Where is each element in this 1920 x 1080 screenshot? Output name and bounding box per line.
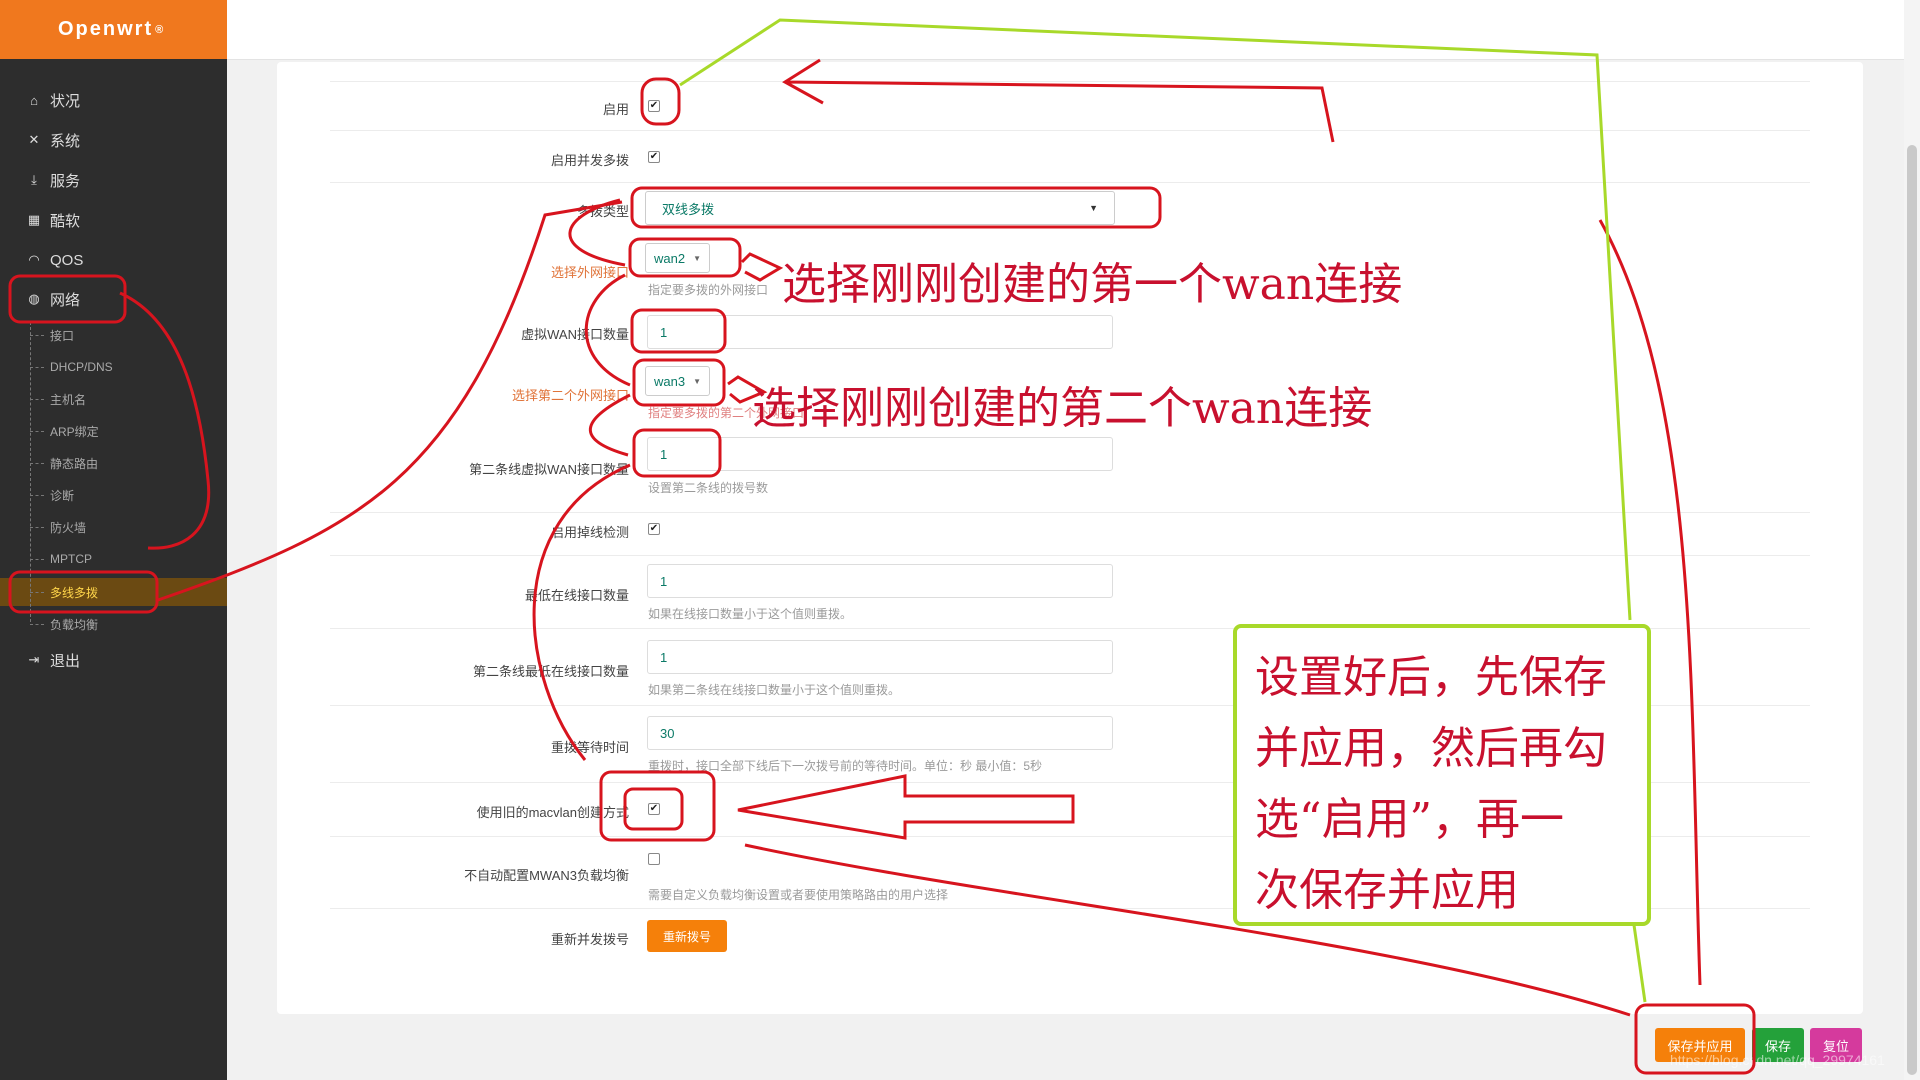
arrow-multiwan-to-form xyxy=(157,200,623,602)
annotation-first-wan: 选择刚刚创建的第一个wan连接 xyxy=(782,259,1403,310)
arrow-macvlan-big xyxy=(737,774,1075,840)
green-line-enable-to-note xyxy=(679,18,1632,621)
annotation-second-wan: 选择刚刚创建的第二个wan连接 xyxy=(752,383,1373,434)
note-line: 次保存并应用 xyxy=(1255,865,1519,916)
highlight-wan-select xyxy=(628,237,742,278)
highlight-vwan-count xyxy=(630,308,727,354)
highlight-network-menu xyxy=(8,274,127,324)
highlight-old-macvlan-inner xyxy=(623,787,684,831)
highlight-enable xyxy=(640,77,681,126)
note-line: 设置好后，先保存 xyxy=(1255,652,1607,703)
note-line: 选“启用”，再一 xyxy=(1255,794,1564,845)
highlight-multi-type xyxy=(630,186,1162,229)
arrow-form-left-chain-4 xyxy=(532,463,631,761)
arrow-first-wan xyxy=(740,252,784,282)
instruction-note: 设置好后，先保存 并应用，然后再勾 选“启用”，再一 次保存并应用 xyxy=(1233,624,1651,926)
arrow-enable-return xyxy=(782,58,1335,143)
arrow-network-to-multiwan xyxy=(119,291,211,550)
highlight-save-apply xyxy=(1634,1003,1756,1075)
highlight-wan2-select xyxy=(632,358,726,407)
arrow-form-left-chain-3 xyxy=(588,393,631,457)
highlight-multiwan-menu xyxy=(8,570,159,614)
arrow-form-left-chain-2 xyxy=(584,273,631,387)
note-line: 并应用，然后再勾 xyxy=(1255,723,1607,774)
highlight-vwan2-count xyxy=(632,428,722,478)
green-line-note-to-apply xyxy=(1632,924,1647,1003)
